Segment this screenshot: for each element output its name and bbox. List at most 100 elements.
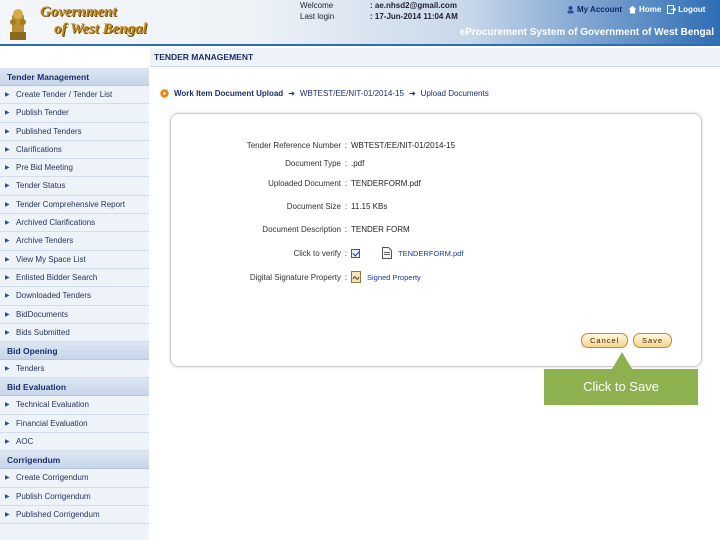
doc-desc-label: Document Description xyxy=(262,225,341,234)
sidebar-item-label: Published Tenders xyxy=(16,126,82,136)
breadcrumb-separator: ➜ xyxy=(288,89,295,98)
arrow-right-icon: ▶ xyxy=(5,165,10,172)
signature-row: Digital Signature Property: Signed Prope… xyxy=(171,271,691,283)
arrow-right-icon: ▶ xyxy=(5,511,10,518)
doc-type-value: .pdf xyxy=(351,159,365,168)
sidebar-item-label: Downloaded Tenders xyxy=(16,291,92,301)
sidebar-item-label: Publish Corrigendum xyxy=(16,491,91,501)
sidebar-item[interactable]: ▶ Create Tender / Tender List xyxy=(0,86,149,105)
arrow-right-icon: ▶ xyxy=(5,110,10,117)
sidebar-item-label: Published Corrigendum xyxy=(16,509,100,519)
breadcrumb-third: Upload Documents xyxy=(420,89,489,98)
arrow-right-icon: ▶ xyxy=(5,183,10,190)
sidebar-item[interactable]: ▶ Tenders xyxy=(0,360,149,379)
logout-link[interactable]: Logout xyxy=(667,5,705,14)
arrow-right-icon: ▶ xyxy=(5,311,10,318)
sidebar-item[interactable]: ▶ Tender Status xyxy=(0,177,149,196)
document-icon xyxy=(382,247,392,259)
sidebar-item[interactable]: ▶ AOC xyxy=(0,433,149,452)
arrow-right-icon: ▶ xyxy=(5,146,10,153)
tender-ref-value: WBTEST/EE/NIT-01/2014-15 xyxy=(351,141,456,150)
sidebar-item-label: Clarifications xyxy=(16,144,62,154)
arrow-right-icon: ▶ xyxy=(5,220,10,227)
tender-ref-row: Tender Reference Number: WBTEST/EE/NIT-0… xyxy=(171,141,691,150)
doc-desc-row: Document Description: TENDER FORM xyxy=(171,225,691,234)
sidebar-item[interactable]: ▶ Create Corrigendum xyxy=(0,469,149,488)
sidebar-item[interactable]: ▶ Technical Evaluation xyxy=(0,396,149,415)
my-account-label: My Account xyxy=(577,5,623,14)
sidebar-item-label: Pre Bid Meeting xyxy=(16,163,73,173)
breadcrumb-second[interactable]: WBTEST/EE/NIT-01/2014-15 xyxy=(300,89,404,98)
sidebar-section-title: Tender Management xyxy=(0,68,149,86)
sidebar-item[interactable]: ▶ Published Corrigendum xyxy=(0,506,149,525)
welcome-label: Welcome xyxy=(300,1,334,10)
user-icon xyxy=(567,6,574,14)
sidebar-item[interactable]: ▶ Publish Corrigendum xyxy=(0,488,149,506)
arrow-right-icon: ▶ xyxy=(5,128,10,135)
uploaded-doc-row: Uploaded Document: TENDERFORM.pdf xyxy=(171,179,691,188)
save-button[interactable]: Save xyxy=(633,333,673,348)
signature-icon xyxy=(351,271,361,283)
top-links: My Account Home Logout xyxy=(566,5,705,14)
save-callout: Click to Save xyxy=(544,369,698,405)
doc-size-value: 11.15 KBs xyxy=(351,202,388,211)
logo-line1: Government xyxy=(40,4,117,20)
logout-label: Logout xyxy=(678,5,706,14)
uploaded-doc-value: TENDERFORM.pdf xyxy=(351,179,421,188)
arrow-right-icon: ▶ xyxy=(5,274,10,281)
arrow-right-icon: ▶ xyxy=(5,493,10,500)
sidebar-section-title: Bid Evaluation xyxy=(0,378,149,397)
verify-file-link[interactable]: TENDERFORM.pdf xyxy=(398,249,463,258)
arrow-right-icon: ▶ xyxy=(5,201,10,208)
logo-line2: of West Bengal xyxy=(54,21,147,37)
sidebar-item-label: Create Corrigendum xyxy=(16,473,89,483)
arrow-right-icon: ▶ xyxy=(5,256,10,263)
sidebar-menu: Tender Management ▶ Create Tender / Tender… xyxy=(0,68,149,540)
verify-label: Click to verify xyxy=(293,248,341,258)
my-account-link[interactable]: My Account xyxy=(566,5,622,14)
sidebar-item-label: Financial Evaluation xyxy=(16,418,88,428)
breadcrumb-first[interactable]: Work Item Document Upload xyxy=(174,89,283,98)
header-divider xyxy=(0,44,720,46)
doc-size-label: Document Size xyxy=(286,202,341,211)
last-login-value: : 17-Jun-2014 11:04 AM xyxy=(370,12,458,21)
sidebar-item-label: Enlisted Bidder Search xyxy=(16,272,98,282)
sidebar-item[interactable]: ▶ Archived Clarifications xyxy=(0,214,149,233)
home-label: Home xyxy=(639,5,662,14)
sidebar-section-title: Corrigendum xyxy=(0,451,149,470)
arrow-right-icon: ▶ xyxy=(5,366,10,373)
sidebar-item[interactable]: ▶ Financial Evaluation xyxy=(0,415,149,434)
arrow-right-icon: ▶ xyxy=(5,475,10,482)
sidebar-item[interactable]: ▶ Downloaded Tenders xyxy=(0,287,149,306)
sidebar-item[interactable]: ▶ Enlisted Bidder Search xyxy=(0,269,149,288)
home-icon xyxy=(628,5,637,14)
verify-checkbox[interactable] xyxy=(351,248,360,258)
sidebar-item[interactable]: ▶ Publish Tender xyxy=(0,104,149,123)
sidebar-item-label: BidDocuments xyxy=(16,309,69,319)
sidebar-item[interactable]: ▶ Tender Comprehensive Report xyxy=(0,196,149,215)
sidebar-item[interactable]: ▶ Bids Submitted xyxy=(0,324,149,343)
sidebar-item[interactable]: ▶ Pre Bid Meeting xyxy=(0,159,149,178)
signed-property-link[interactable]: Signed Property xyxy=(367,273,421,282)
last-login-label: Last login xyxy=(300,12,335,21)
home-link[interactable]: Home xyxy=(628,5,661,14)
sidebar-item-label: Archived Clarifications xyxy=(16,218,96,228)
doc-desc-value: TENDER FORM xyxy=(351,225,410,234)
cancel-button[interactable]: Cancel xyxy=(581,333,629,348)
doc-type-row: Document Type: .pdf xyxy=(171,159,691,168)
breadcrumb: Work Item Document Upload ➜ WBTEST/EE/NI… xyxy=(160,89,489,98)
sidebar-item[interactable]: ▶ Published Tenders xyxy=(0,123,149,141)
page-title: TENDER MANAGEMENT xyxy=(150,48,720,67)
header-bar: Government of West Bengal Welcome : ae.nh… xyxy=(0,0,720,44)
sidebar-item-label: Archive Tenders xyxy=(16,236,74,246)
sidebar-item[interactable]: ▶ Archive Tenders xyxy=(0,232,149,251)
sidebar-item[interactable]: ▶ BidDocuments xyxy=(0,306,149,324)
uploaded-doc-label: Uploaded Document xyxy=(268,179,341,188)
arrow-right-icon: ▶ xyxy=(5,420,10,427)
callout-pointer xyxy=(612,352,632,369)
arrow-right-icon: ▶ xyxy=(5,439,10,446)
sidebar-item[interactable]: ▶ View My Space List xyxy=(0,251,149,269)
welcome-value: : ae.nhsd2@gmail.com xyxy=(370,1,457,10)
sidebar-item[interactable]: ▶ Clarifications xyxy=(0,141,149,160)
logo-text: Government of West Bengal xyxy=(40,4,147,38)
